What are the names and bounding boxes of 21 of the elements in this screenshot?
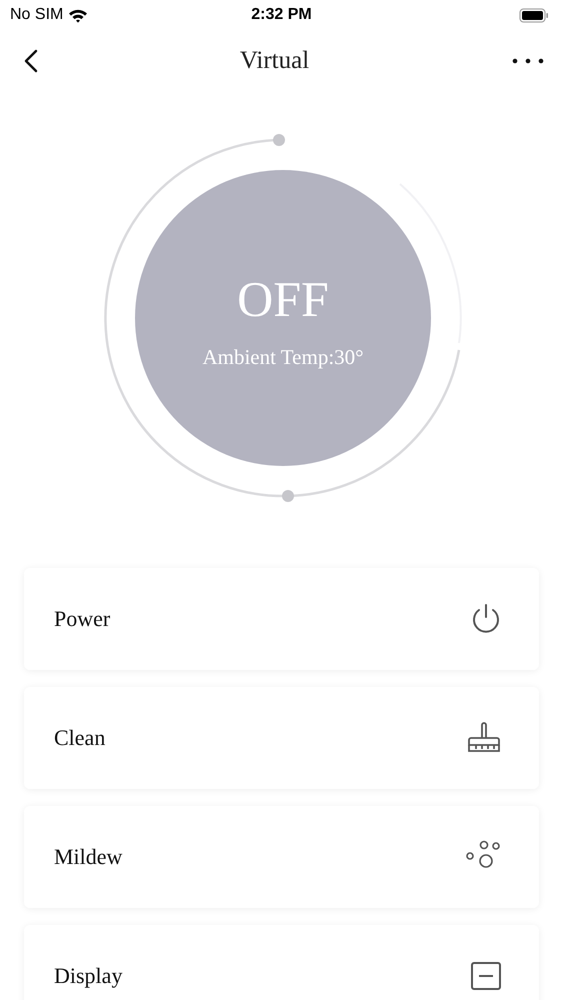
brush-icon <box>465 721 503 755</box>
wifi-icon <box>68 8 88 22</box>
power-state: OFF <box>237 271 329 327</box>
control-card[interactable]: Mildew <box>24 806 539 908</box>
control-card[interactable]: Power <box>24 568 539 670</box>
page-title: Virtual <box>240 47 310 75</box>
ambient-temperature: Ambient Temp:30° <box>202 345 364 369</box>
control-label: Display <box>54 963 122 989</box>
control-card[interactable]: Clean <box>24 687 539 789</box>
control-label: Clean <box>54 725 106 751</box>
control-card[interactable]: Display <box>24 925 539 1000</box>
clock-time: 2:32 PM <box>251 6 312 24</box>
display-icon <box>469 959 503 993</box>
carrier-label: No SIM <box>10 6 64 24</box>
dial-track[interactable] <box>104 134 460 502</box>
control-label: Power <box>54 606 110 632</box>
control-label: Mildew <box>54 844 122 870</box>
more-icon <box>511 57 545 65</box>
battery-icon <box>519 8 549 22</box>
back-button[interactable] <box>22 47 40 75</box>
back-icon <box>24 49 38 73</box>
